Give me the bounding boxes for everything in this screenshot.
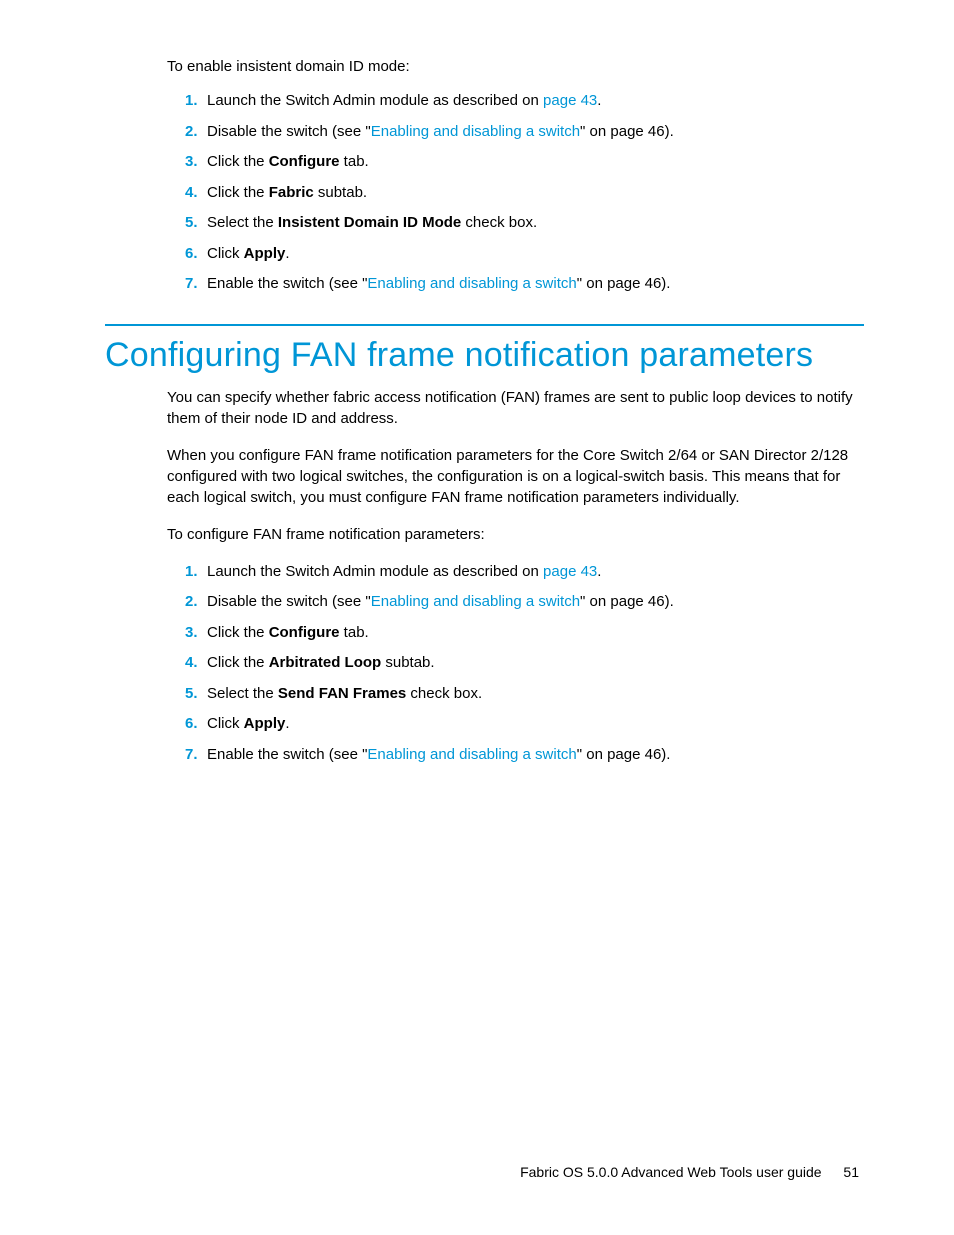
step-number: 1. (185, 90, 198, 113)
step-item: 5.Select the Send FAN Frames check box. (185, 683, 864, 706)
section2-para2: When you configure FAN frame notificatio… (167, 445, 864, 508)
step-number: 1. (185, 561, 198, 584)
step-number: 4. (185, 652, 198, 675)
ui-element-label: Send FAN Frames (278, 685, 406, 702)
cross-reference-link[interactable]: Enabling and disabling a switch (367, 746, 576, 763)
step-number: 5. (185, 212, 198, 235)
step-number: 2. (185, 121, 198, 144)
step-number: 7. (185, 744, 198, 767)
section1-intro: To enable insistent domain ID mode: (167, 58, 864, 75)
step-item: 1.Launch the Switch Admin module as desc… (185, 561, 864, 584)
step-item: 6.Click Apply. (185, 713, 864, 736)
section1-steps: 1.Launch the Switch Admin module as desc… (185, 90, 864, 296)
cross-reference-link[interactable]: Enabling and disabling a switch (371, 123, 580, 140)
ui-element-label: Apply (244, 245, 286, 262)
step-item: 4.Click the Arbitrated Loop subtab. (185, 652, 864, 675)
section2-para1: You can specify whether fabric access no… (167, 387, 864, 429)
step-item: 2.Disable the switch (see "Enabling and … (185, 591, 864, 614)
ui-element-label: Configure (269, 624, 340, 641)
step-number: 2. (185, 591, 198, 614)
page-footer: Fabric OS 5.0.0 Advanced Web Tools user … (520, 1164, 859, 1180)
section2-steps: 1.Launch the Switch Admin module as desc… (185, 561, 864, 767)
step-item: 7.Enable the switch (see "Enabling and d… (185, 273, 864, 296)
step-number: 3. (185, 622, 198, 645)
step-number: 6. (185, 243, 198, 266)
step-number: 3. (185, 151, 198, 174)
cross-reference-link[interactable]: page 43 (543, 92, 597, 109)
step-item: 2.Disable the switch (see "Enabling and … (185, 121, 864, 144)
ui-element-label: Configure (269, 153, 340, 170)
cross-reference-link[interactable]: page 43 (543, 563, 597, 580)
step-number: 6. (185, 713, 198, 736)
step-item: 6.Click Apply. (185, 243, 864, 266)
section-divider (105, 324, 864, 326)
cross-reference-link[interactable]: Enabling and disabling a switch (371, 593, 580, 610)
step-item: 7.Enable the switch (see "Enabling and d… (185, 744, 864, 767)
step-item: 3.Click the Configure tab. (185, 151, 864, 174)
section2-intro: To configure FAN frame notification para… (167, 524, 864, 545)
ui-element-label: Arbitrated Loop (269, 654, 382, 671)
ui-element-label: Insistent Domain ID Mode (278, 214, 461, 231)
step-item: 1.Launch the Switch Admin module as desc… (185, 90, 864, 113)
step-item: 4.Click the Fabric subtab. (185, 182, 864, 205)
step-number: 7. (185, 273, 198, 296)
ui-element-label: Apply (244, 715, 286, 732)
step-number: 4. (185, 182, 198, 205)
cross-reference-link[interactable]: Enabling and disabling a switch (367, 275, 576, 292)
section-heading: Configuring FAN frame notification param… (105, 336, 864, 375)
footer-title: Fabric OS 5.0.0 Advanced Web Tools user … (520, 1164, 821, 1180)
step-number: 5. (185, 683, 198, 706)
footer-page-number: 51 (843, 1164, 859, 1180)
step-item: 3.Click the Configure tab. (185, 622, 864, 645)
step-item: 5.Select the Insistent Domain ID Mode ch… (185, 212, 864, 235)
ui-element-label: Fabric (269, 184, 314, 201)
